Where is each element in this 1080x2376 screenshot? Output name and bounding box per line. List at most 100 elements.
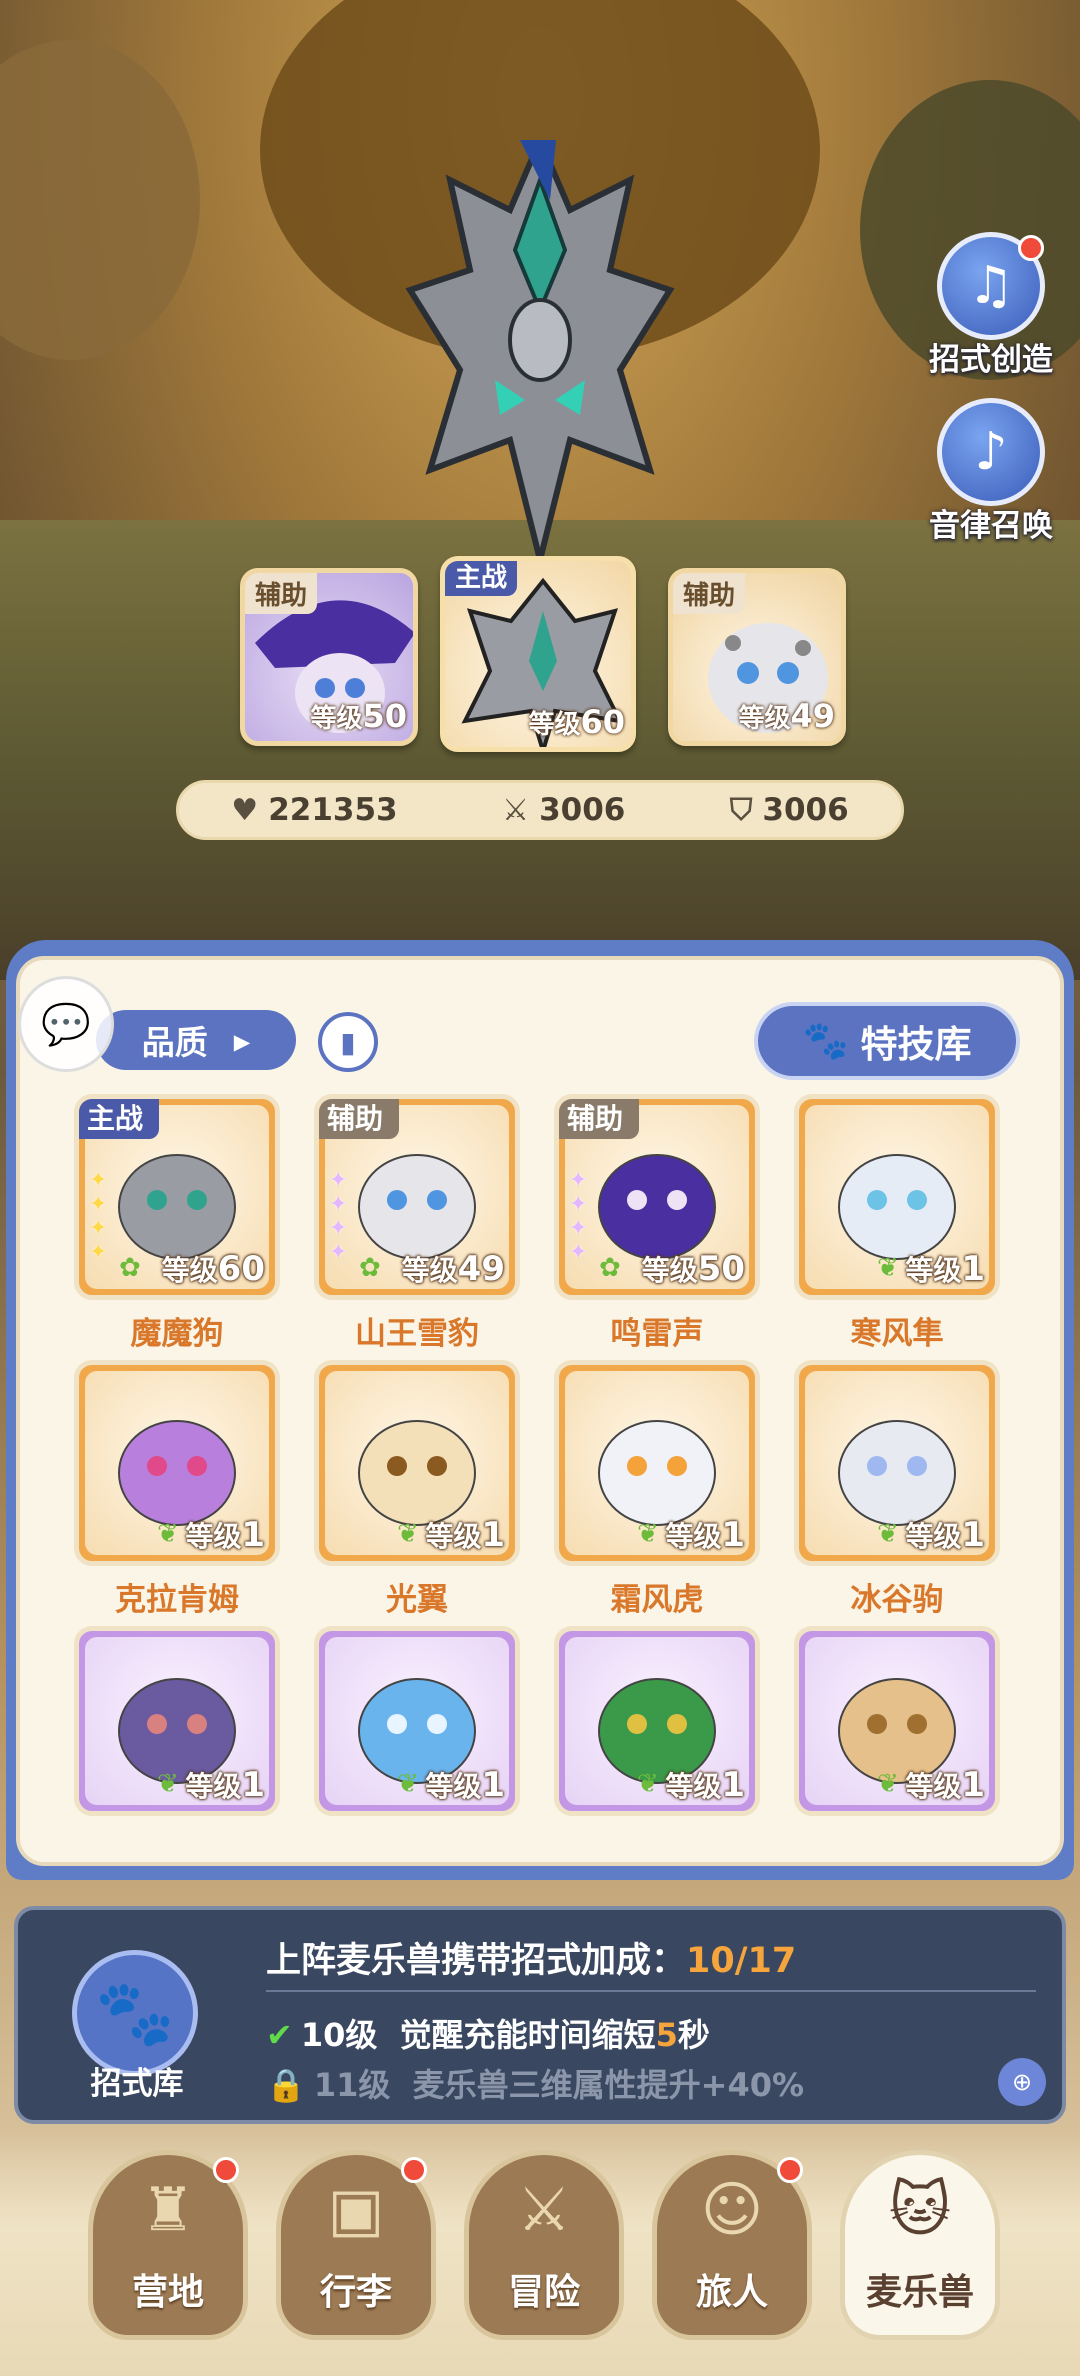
bonus-title: 上阵麦乐兽携带招式加成：10/17 (266, 1932, 796, 1983)
defense-stat: ⛉ 3006 (730, 792, 849, 828)
level-prefix: 等级 (401, 1254, 458, 1287)
shield-icon: ⛉ (729, 792, 753, 828)
level-prefix: 等级 (665, 1770, 722, 1803)
level-value: 49 (457, 1249, 505, 1289)
melody-summon-button[interactable]: ♪ 音律召唤 (916, 398, 1066, 545)
notification-dot (213, 2157, 239, 2183)
lineup-slot-support-1[interactable]: 辅助 等级50 (240, 568, 418, 746)
nav-tab-label: 冒险 (507, 2272, 580, 2313)
sprout-icon: ❦ (877, 1253, 899, 1283)
pet-portrait-frame: ❦ 等级1 (794, 1360, 1000, 1566)
pet-portrait-frame: 主战 ✦ ✦ ✦ ✦ ✿ 等级60 (74, 1094, 280, 1300)
level-prefix: 等级 (905, 1520, 962, 1553)
pet-icon: 🐱 (888, 2175, 952, 2245)
magnifier-icon: ⊕ (1011, 2068, 1033, 2096)
chat-button[interactable]: 💬 (18, 976, 114, 1072)
skill-create-button[interactable]: ♫ 招式创造 (916, 232, 1066, 379)
pet-level: 等级50 (642, 1249, 745, 1289)
quality-sort-button[interactable]: 品质 ▸ (96, 1010, 296, 1070)
lineup-tag: 辅助 (245, 573, 318, 614)
level-value: 1 (961, 1515, 985, 1555)
level-prefix: 等级 (185, 1770, 242, 1803)
skill-library-icon-label: 招式库 (90, 2066, 184, 2102)
level-prefix: 等级 (905, 1254, 962, 1287)
pet-card[interactable]: 辅助 ✦ ✦ ✦ ✦ ✿ 等级49 山王雪豹 (314, 1094, 520, 1353)
sprout-icon: ❦ (637, 1769, 659, 1799)
pet-portrait-frame: 辅助 ✦ ✦ ✦ ✦ ✿ 等级49 (314, 1094, 520, 1300)
level-value: 1 (961, 1765, 985, 1805)
pet-card[interactable]: ❦ 等级1 霜风虎 (554, 1360, 760, 1619)
bonus-row-level: 10级 (300, 2016, 378, 2054)
star-rank-icon: ✦ ✦ ✦ ✦ (329, 1168, 348, 1265)
divider (266, 1990, 1036, 1992)
nav-tab-body: ▣ 行李 (276, 2150, 436, 2340)
level-prefix: 等级 (185, 1520, 242, 1553)
pet-name: 光翼 (386, 1582, 448, 1618)
pet-level: 等级1 (185, 1765, 265, 1805)
lock-icon: 🔒 (266, 2066, 306, 2104)
notification-dot (1018, 235, 1044, 261)
sprout-icon: ❦ (157, 1519, 179, 1549)
pet-card[interactable]: ❦ 等级1 (794, 1626, 1000, 1816)
pet-card[interactable]: 辅助 ✦ ✦ ✦ ✦ ✿ 等级50 鸣雷声 (554, 1094, 760, 1353)
pet-portrait-frame: ❦ 等级1 (554, 1360, 760, 1566)
lineup-tag: 主战 (445, 561, 518, 596)
pet-name: 霜风虎 (610, 1582, 704, 1618)
pet-level: 等级1 (185, 1515, 265, 1555)
handbook-button[interactable]: ▮ (318, 1012, 378, 1072)
nav-tab-label: 麦乐兽 (865, 2272, 974, 2313)
attack-stat: ⚔ 3006 (502, 792, 625, 828)
heart-icon: ♥ (231, 792, 259, 828)
pet-portrait-frame: ❦ 等级1 (554, 1626, 760, 1816)
pet-level: 等级1 (905, 1249, 985, 1289)
book-icon: ▮ (340, 1025, 356, 1059)
level-prefix: 等级 (425, 1770, 482, 1803)
pet-portrait-frame: ❦ 等级1 (74, 1626, 280, 1816)
attack-value: 3006 (539, 792, 626, 828)
level-prefix: 等级 (665, 1520, 722, 1553)
nav-tab-3[interactable]: ☺ 旅人 (652, 2150, 812, 2350)
level-value: 50 (697, 1249, 745, 1289)
level-value: 1 (721, 1515, 745, 1555)
pet-card[interactable]: ❦ 等级1 (74, 1626, 280, 1816)
pet-level: 等级49 (402, 1249, 505, 1289)
bonus-row-value: 5 (655, 2016, 678, 2054)
pet-name: 克拉肯姆 (115, 1582, 239, 1618)
flower-icon: ✿ (119, 1253, 141, 1283)
pet-level: 等级1 (905, 1765, 985, 1805)
pet-portrait-frame: 辅助 ✦ ✦ ✦ ✦ ✿ 等级50 (554, 1094, 760, 1300)
pet-card[interactable]: ❦ 等级1 冰谷驹 (794, 1360, 1000, 1619)
skill-library-button[interactable]: 🐾 特技库 (754, 1002, 1020, 1080)
level-value: 1 (481, 1515, 505, 1555)
nav-tab-0[interactable]: ♜ 营地 (88, 2150, 248, 2350)
nav-tab-2[interactable]: ⚔ 冒险 (464, 2150, 624, 2350)
pet-card[interactable]: ❦ 等级1 (554, 1626, 760, 1816)
pet-card[interactable]: ❦ 等级1 (314, 1626, 520, 1816)
lineup-level: 等级49 (738, 697, 835, 735)
lineup-slot-support-2[interactable]: 辅助 等级49 (668, 568, 846, 746)
team-stats-bar: ♥ 221353 ⚔ 3006 ⛉ 3006 (176, 780, 904, 840)
sprout-icon: ❦ (877, 1769, 899, 1799)
pet-portrait-frame: ❦ 等级1 (794, 1626, 1000, 1816)
pet-name: 山王雪豹 (355, 1316, 479, 1352)
pet-card[interactable]: ❦ 等级1 寒风隼 (794, 1094, 1000, 1353)
nav-tab-4[interactable]: 🐱 麦乐兽 (840, 2150, 1000, 2350)
star-rank-icon: ✦ ✦ ✦ ✦ (569, 1168, 588, 1265)
swords-icon: ⚔ (517, 2175, 571, 2245)
bonus-row-locked: 🔒 11级 麦乐兽三维属性提升+40% (266, 2060, 804, 2106)
nav-tab-body: ⚔ 冒险 (464, 2150, 624, 2340)
pet-card[interactable]: ❦ 等级1 克拉肯姆 (74, 1360, 280, 1619)
lineup-slot-main[interactable]: 主战 等级60 (440, 556, 636, 752)
flower-icon: ✿ (599, 1253, 621, 1283)
music-book-icon: ♫ (937, 232, 1045, 340)
pet-card[interactable]: 主战 ✦ ✦ ✦ ✦ ✿ 等级60 魔魔狗 (74, 1094, 280, 1353)
pet-card[interactable]: ❦ 等级1 光翼 (314, 1360, 520, 1619)
nav-tab-1[interactable]: ▣ 行李 (276, 2150, 436, 2350)
notification-dot (777, 2157, 803, 2183)
pet-portrait-frame: ❦ 等级1 (314, 1360, 520, 1566)
level-prefix: 等级 (905, 1770, 962, 1803)
level-value: 1 (721, 1765, 745, 1805)
nav-tab-body: ☺ 旅人 (652, 2150, 812, 2340)
zoom-details-button[interactable]: ⊕ (998, 2058, 1046, 2106)
level-value: 1 (481, 1765, 505, 1805)
